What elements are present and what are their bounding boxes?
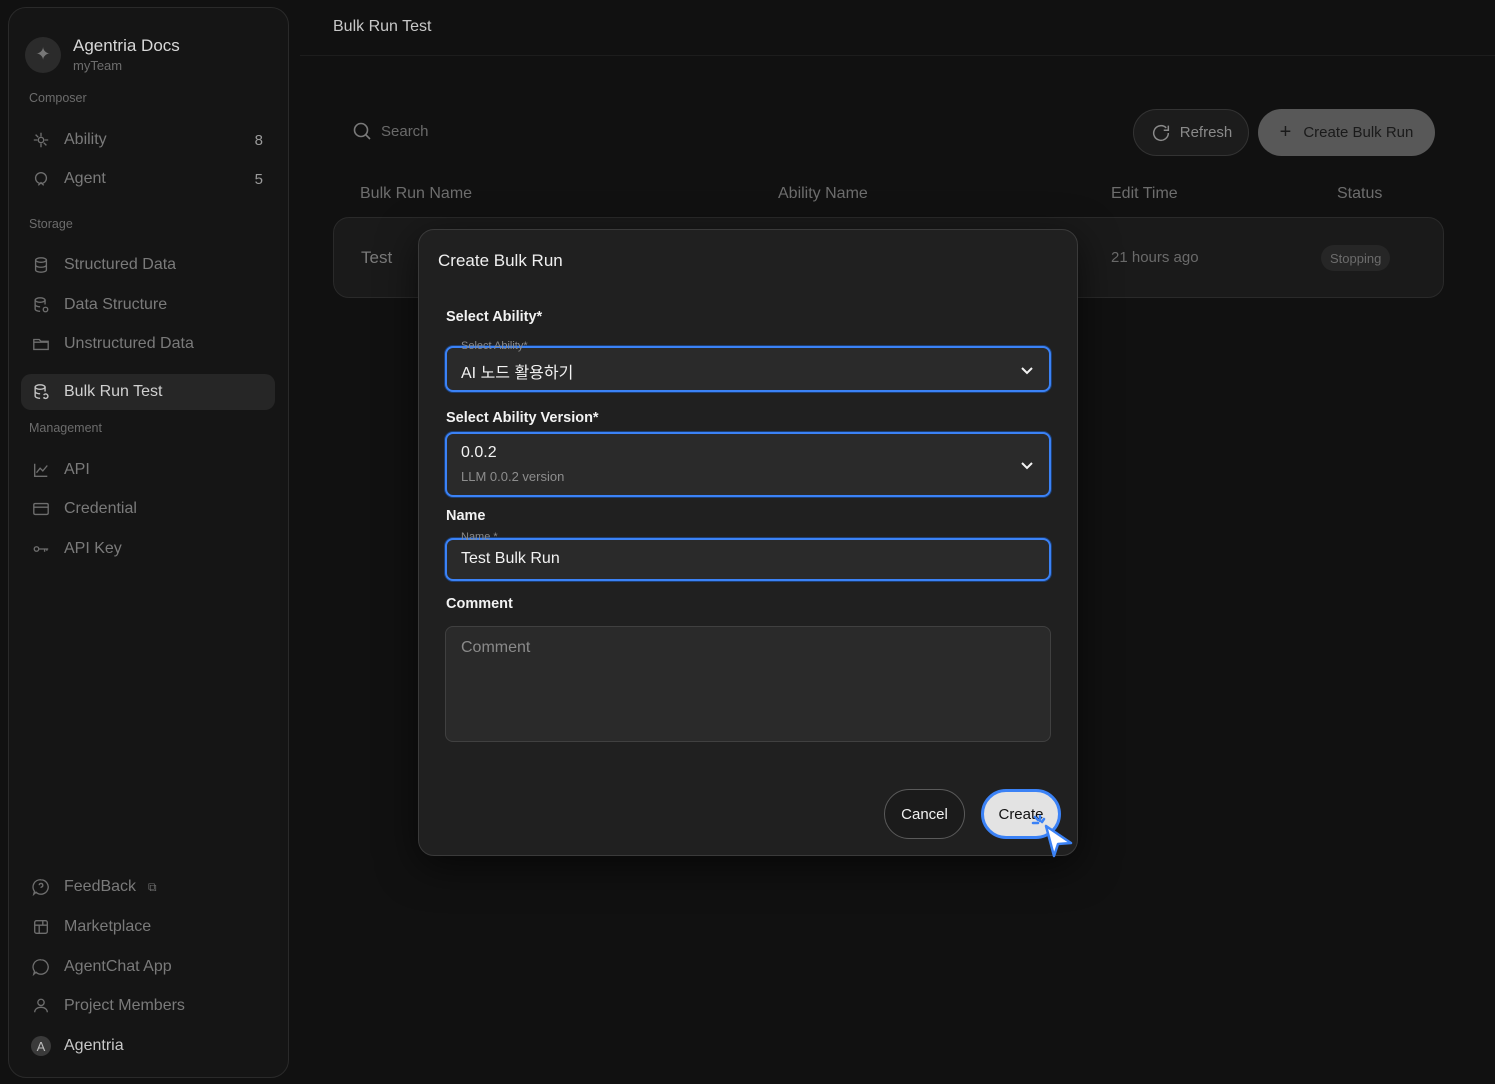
sidebar-item-credential[interactable]: Credential bbox=[21, 491, 275, 527]
team-name: myTeam bbox=[73, 58, 123, 73]
sidebar-item-label: API Key bbox=[64, 540, 122, 557]
comment-label: Comment bbox=[446, 596, 513, 612]
refresh-label: Refresh bbox=[1179, 124, 1233, 141]
mouse-pointer-icon bbox=[1031, 814, 1073, 858]
sidebar-item-label: API bbox=[64, 461, 90, 478]
column-header-ability-name: Ability Name bbox=[778, 185, 868, 202]
sidebar-item-label: Ability bbox=[64, 131, 107, 148]
chevron-down-icon bbox=[1021, 462, 1033, 470]
search-input[interactable]: Search bbox=[352, 121, 429, 141]
sidebar-item-api[interactable]: API bbox=[21, 452, 275, 488]
column-header-edit-time: Edit Time bbox=[1111, 185, 1178, 202]
sidebar-item-label: AgentChat App bbox=[64, 958, 172, 975]
sidebar-item-agent[interactable]: Agent 5 bbox=[21, 161, 275, 197]
sidebar-item-label: Credential bbox=[64, 500, 137, 517]
status-badge: Stopping bbox=[1321, 245, 1391, 271]
create-bulk-run-dialog: Create Bulk Run Select Ability* Select A… bbox=[418, 229, 1078, 856]
chat-bubble-icon bbox=[31, 957, 51, 977]
name-float-label: Name * bbox=[461, 531, 498, 543]
section-storage: Storage bbox=[29, 217, 73, 231]
ability-label: Select Ability* bbox=[446, 309, 543, 325]
row-edit-time: 21 hours ago bbox=[1111, 249, 1199, 266]
search-placeholder: Search bbox=[381, 122, 429, 140]
person-icon bbox=[31, 996, 51, 1016]
section-management: Management bbox=[29, 421, 102, 435]
comment-textarea[interactable]: Comment bbox=[445, 626, 1051, 742]
refresh-button[interactable]: Refresh bbox=[1133, 109, 1249, 156]
sidebar-item-bulk-run-test[interactable]: Bulk Run Test bbox=[21, 374, 275, 410]
workspace-switcher[interactable]: ✦ Agentria Docs myTeam bbox=[25, 36, 180, 73]
sidebar: ✦ Agentria Docs myTeam Composer Ability … bbox=[8, 7, 289, 1078]
create-bulk-run-label: Create Bulk Run bbox=[1303, 124, 1414, 141]
sidebar-item-project-members[interactable]: Project Members bbox=[21, 988, 275, 1024]
cancel-button[interactable]: Cancel bbox=[884, 789, 965, 839]
agent-icon bbox=[31, 169, 51, 189]
avatar: A bbox=[31, 1036, 51, 1056]
column-header-bulk-run-name: Bulk Run Name bbox=[360, 185, 473, 202]
database-icon bbox=[31, 255, 51, 275]
sidebar-item-marketplace[interactable]: Marketplace bbox=[21, 909, 275, 945]
sidebar-item-label: Project Members bbox=[64, 997, 185, 1014]
search-icon bbox=[353, 122, 371, 140]
row-bulk-run-name: Test bbox=[361, 248, 393, 267]
ability-select[interactable]: Select Ability* AI 노드 활용하기 bbox=[445, 340, 1051, 392]
sparkle-logo-icon: ✦ bbox=[25, 36, 61, 73]
comment-placeholder: Comment bbox=[461, 639, 531, 656]
sidebar-item-label: FeedBack bbox=[64, 878, 137, 895]
column-header-status: Status bbox=[1337, 185, 1383, 202]
sidebar-item-unstructured-data[interactable]: Unstructured Data bbox=[21, 326, 275, 362]
sidebar-item-label: Agentria bbox=[64, 1037, 124, 1054]
create-bulk-run-button[interactable]: + Create Bulk Run bbox=[1258, 109, 1435, 156]
marketplace-icon bbox=[31, 917, 51, 937]
version-value: 0.0.2 bbox=[461, 444, 497, 461]
sidebar-item-label: Unstructured Data bbox=[64, 335, 194, 352]
sidebar-item-api-key[interactable]: API Key bbox=[21, 531, 275, 567]
bulk-run-icon bbox=[31, 382, 51, 402]
name-label: Name bbox=[446, 508, 486, 524]
ability-float-label: Select Ability* bbox=[461, 340, 528, 352]
plus-icon: + bbox=[1279, 121, 1292, 143]
dialog-title: Create Bulk Run bbox=[438, 251, 563, 270]
ability-icon bbox=[31, 130, 51, 150]
sidebar-item-ability[interactable]: Ability 8 bbox=[21, 122, 275, 158]
sidebar-item-agentchat-app[interactable]: AgentChat App bbox=[21, 949, 275, 985]
sidebar-item-label: Agent bbox=[64, 170, 106, 187]
sidebar-item-label: Structured Data bbox=[64, 256, 177, 273]
sidebar-item-data-structure[interactable]: Data Structure bbox=[21, 287, 275, 323]
sidebar-item-label: Data Structure bbox=[64, 296, 168, 313]
refresh-icon bbox=[1152, 124, 1169, 141]
agent-count: 5 bbox=[254, 170, 263, 188]
external-link-icon: ⧉ bbox=[148, 879, 157, 894]
name-field[interactable]: Name * Test Bulk Run bbox=[445, 531, 1051, 581]
section-composer: Composer bbox=[29, 91, 87, 105]
sidebar-item-label: Marketplace bbox=[64, 918, 152, 935]
top-bar: Bulk Run Test bbox=[300, 0, 1495, 56]
version-description: LLM 0.0.2 version bbox=[461, 469, 565, 484]
ability-value: AI 노드 활용하기 bbox=[461, 365, 574, 382]
chevron-down-icon bbox=[1021, 367, 1033, 375]
workspace-title: Agentria Docs bbox=[73, 36, 180, 55]
credit-card-icon bbox=[31, 499, 51, 519]
sidebar-item-structured-data[interactable]: Structured Data bbox=[21, 247, 275, 283]
key-icon bbox=[31, 539, 51, 559]
version-select[interactable]: 0.0.2 LLM 0.0.2 version bbox=[445, 432, 1051, 497]
version-label: Select Ability Version* bbox=[446, 410, 599, 426]
page-title: Bulk Run Test bbox=[333, 18, 432, 35]
data-structure-icon bbox=[31, 295, 51, 315]
sidebar-item-label: Bulk Run Test bbox=[64, 383, 163, 400]
chart-line-icon bbox=[31, 460, 51, 480]
sidebar-item-feedback[interactable]: FeedBack ⧉ bbox=[21, 869, 275, 905]
ability-count: 8 bbox=[254, 131, 263, 149]
sidebar-item-account[interactable]: A Agentria bbox=[21, 1028, 275, 1064]
name-value: Test Bulk Run bbox=[461, 550, 560, 567]
help-bubble-icon bbox=[31, 877, 51, 897]
folder-icon bbox=[31, 334, 51, 354]
